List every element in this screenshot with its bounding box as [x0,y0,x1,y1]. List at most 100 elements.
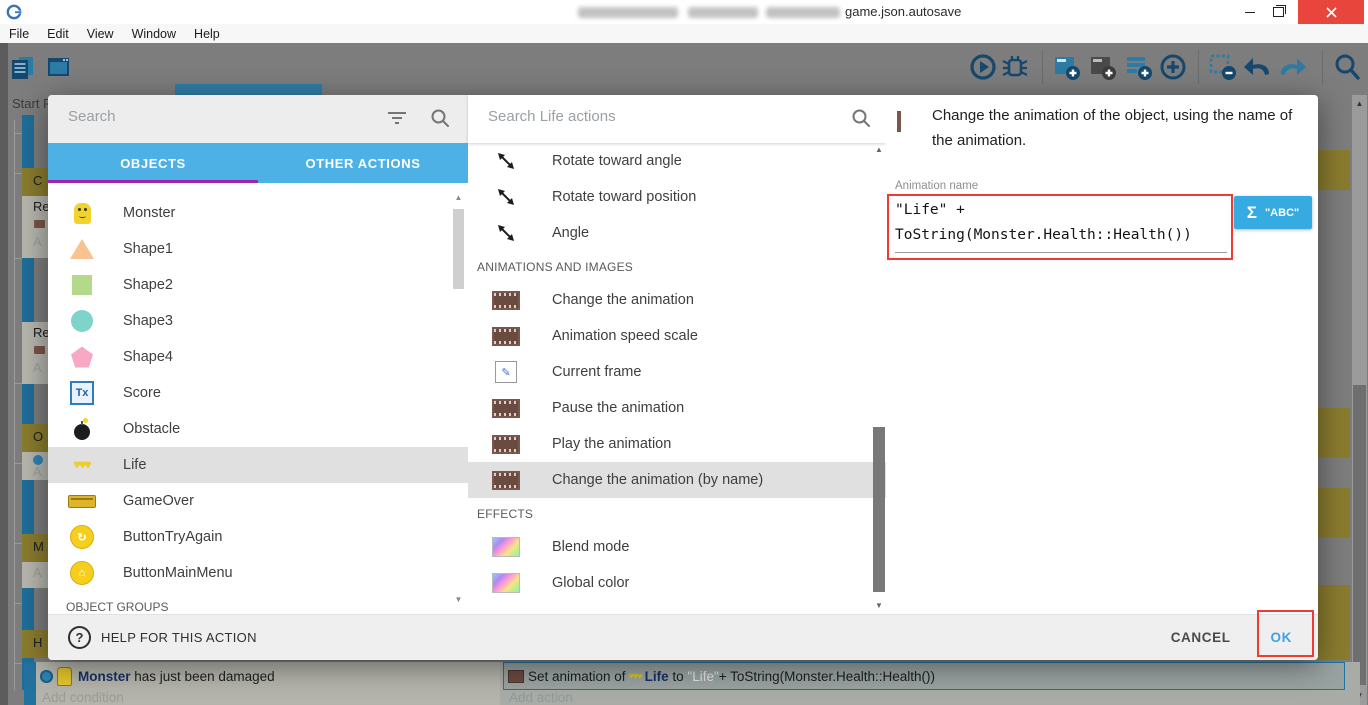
list-item-obstacle[interactable]: Obstacle [48,411,468,447]
object-list-scrollbar[interactable]: ▲ ▼ [451,193,466,607]
action-play-animation[interactable]: Play the animation [468,426,886,462]
square-icon [66,270,98,300]
play-icon[interactable] [968,52,998,82]
object-search-input[interactable] [66,107,370,126]
behavior-gear-icon [40,669,53,683]
menu-bar: File Edit View Window Help [0,24,1368,43]
action-change-animation[interactable]: Change the animation [468,282,886,318]
add-event-icon[interactable] [1052,52,1082,82]
hearts-icon: ♥♥♥ [73,459,92,471]
animation-name-label: Animation name [895,180,979,192]
event-indent-bar [24,662,36,705]
undo-icon[interactable] [1242,52,1272,82]
left-panel-edge [0,43,8,705]
filter-icon[interactable] [386,110,408,126]
list-item-shape2[interactable]: Shape2 [48,267,468,303]
add-comment-icon[interactable] [1088,52,1118,82]
event-row-fragment: A [22,452,48,480]
monster-icon [66,198,98,228]
help-icon: ? [68,626,91,649]
scene-editor-icon[interactable] [44,52,74,82]
event-tree-line [14,120,15,690]
scroll-down-icon[interactable]: ▼ [451,595,466,604]
list-item-shape3[interactable]: Shape3 [48,303,468,339]
action-current-frame[interactable]: ✎ Current frame [468,354,886,390]
bomb-icon [66,414,98,444]
scrollbar-thumb[interactable] [873,427,885,592]
action-editor-dialog: OBJECTS OTHER ACTIONS Monster Shape1 Sha… [48,95,1318,660]
tab-objects[interactable]: OBJECTS [48,143,258,183]
list-item-score[interactable]: Tx Score [48,375,468,411]
list-item-gameover[interactable]: GameOver [48,483,468,519]
tab-other-actions[interactable]: OTHER ACTIONS [258,143,468,183]
menu-view[interactable]: View [78,27,123,41]
event-row-fragment: H [22,630,48,658]
action-list-scrollbar[interactable]: ▲ ▼ [872,143,886,615]
events-scrollbar[interactable]: ▲ ▼ [1352,95,1367,705]
list-item-shape1[interactable]: Shape1 [48,231,468,267]
scroll-up-icon[interactable]: ▲ [872,145,886,154]
toolbar-separator [1042,50,1043,84]
annotation-rect-ok [1257,610,1314,657]
maximize-icon [1272,5,1286,17]
action-global-color[interactable]: Global color [468,565,886,601]
object-list: Monster Shape1 Shape2 Shape3 Shape4 Tx S… [48,183,468,615]
list-item-buttonmainmenu[interactable]: ⌂ ButtonMainMenu [48,555,468,591]
action-search-bar [468,95,886,143]
action-list: Rotate toward angle Rotate toward positi… [468,143,886,601]
action-blend-mode[interactable]: Blend mode [468,529,886,565]
delete-event-icon[interactable] [1208,52,1238,82]
film-icon [490,285,522,315]
add-circle-icon[interactable] [1158,52,1188,82]
debug-icon[interactable] [1000,52,1030,82]
open-expression-editor-button[interactable]: Σ "ABC" [1234,196,1312,229]
action-object-name: Life [644,668,669,684]
text-object-icon: Tx [66,378,98,408]
list-item-shape4[interactable]: Shape4 [48,339,468,375]
minimize-button[interactable] [1236,0,1264,24]
action-expression-rest: + ToString(Monster.Health::Health()) [718,668,935,684]
menu-file[interactable]: File [0,27,38,41]
scroll-up-icon[interactable]: ▲ [451,193,466,202]
redo-icon[interactable] [1278,52,1308,82]
film-icon [490,321,522,351]
film-icon [897,111,901,132]
event-condition-cell: Monster has just been damaged Add condit… [36,662,500,705]
action-search-input[interactable] [486,107,790,126]
condition-object-name: Monster [78,668,131,684]
action-angle[interactable]: Angle [468,215,886,251]
list-item-buttontryagain[interactable]: ↻ ButtonTryAgain [48,519,468,555]
action-prefix: Set animation of [528,668,626,684]
menu-edit[interactable]: Edit [38,27,78,41]
scene-tab-label: Start F [12,96,52,111]
scroll-down-icon[interactable]: ▼ [872,601,886,610]
help-for-this-action-link[interactable]: ? HELP FOR THIS ACTION [68,626,257,649]
event-action-cell: Set animation of ♥♥♥ Life to "Life" + To… [500,662,1360,705]
menu-help[interactable]: Help [185,27,229,41]
event-row-fragment: C [22,168,48,196]
list-item-monster[interactable]: Monster [48,195,468,231]
list-item-life-selected[interactable]: ♥♥♥ Life [48,447,468,483]
action-rotate-toward-position[interactable]: Rotate toward position [468,179,886,215]
rotate-icon [490,218,522,248]
add-subevent-icon[interactable] [1124,52,1154,82]
close-button[interactable] [1298,0,1364,24]
action-description: Change the animation of the object, usin… [932,107,1293,149]
scrollbar-thumb[interactable] [1353,385,1366,685]
cancel-button[interactable]: CANCEL [1171,630,1231,645]
scrollbar-thumb[interactable] [453,209,464,289]
project-manager-icon[interactable] [8,52,38,82]
blurred-title-text [688,7,758,18]
search-toolbar-icon[interactable] [1332,52,1362,82]
action-rotate-toward-angle[interactable]: Rotate toward angle [468,143,886,179]
action-pause-animation[interactable]: Pause the animation [468,390,886,426]
title-bar: game.json.autosave [0,0,1368,24]
event-row-fragment: O [22,424,48,452]
action-animation-speed-scale[interactable]: Animation speed scale [468,318,886,354]
film-icon [490,465,522,495]
menu-window[interactable]: Window [123,27,185,41]
scroll-up-icon[interactable]: ▲ [1352,99,1367,108]
action-parameters-panel: Change the animation of the object, usin… [886,95,1318,615]
maximize-button[interactable] [1264,0,1292,24]
action-change-animation-by-name-selected[interactable]: Change the animation (by name) [468,462,886,498]
